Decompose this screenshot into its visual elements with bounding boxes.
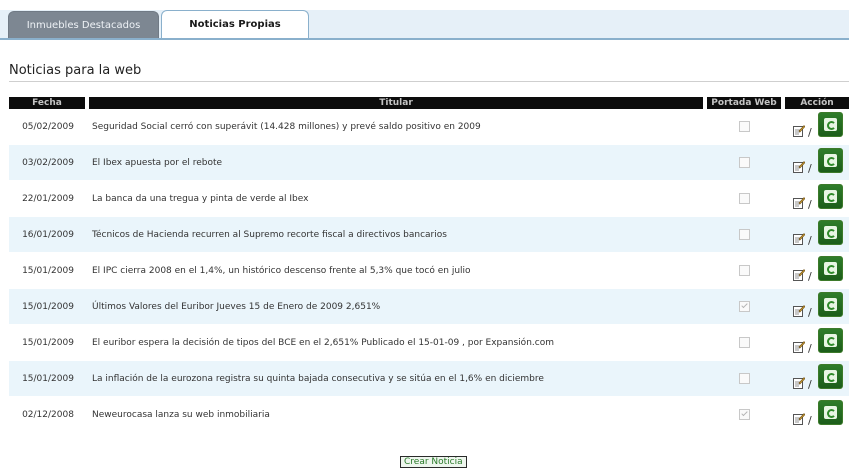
table-row: 15/01/2009 La inflación de la eurozona re…	[9, 360, 849, 397]
action-separator: /	[808, 378, 812, 391]
cell-accion: /	[783, 109, 849, 145]
create-news-button[interactable]: Crear Noticia	[400, 456, 467, 468]
header-accion: Acción	[783, 97, 849, 109]
cell-fecha: 22/01/2009	[9, 180, 87, 217]
action-separator: /	[808, 306, 812, 319]
cell-portada-web	[705, 252, 783, 289]
delete-icon[interactable]	[818, 328, 843, 353]
delete-icon[interactable]	[818, 220, 843, 245]
edit-icon[interactable]	[793, 160, 805, 173]
edit-icon[interactable]	[793, 340, 805, 353]
portada-checkbox[interactable]	[738, 337, 750, 348]
action-separator: /	[808, 162, 812, 175]
cell-accion: /	[783, 360, 849, 397]
page-title: Noticias para la web	[9, 63, 142, 78]
header-fecha[interactable]: Fecha	[9, 97, 89, 109]
cell-portada-web	[705, 324, 783, 361]
cell-titular: El Ibex apuesta por el rebote	[87, 144, 705, 181]
news-table: Fecha Titular Portada Web Acción 05/02/2…	[9, 97, 849, 433]
portada-checkbox[interactable]	[738, 265, 750, 276]
cell-portada-web	[705, 288, 783, 325]
cell-accion: /	[783, 324, 849, 361]
cell-fecha: 05/02/2009	[9, 109, 87, 145]
delete-icon[interactable]	[818, 400, 843, 425]
table-row: 05/02/2009 Seguridad Social cerró con sup…	[9, 109, 849, 145]
table-row: 02/12/2008 Neweurocasa lanza su web inmob…	[9, 396, 849, 433]
title-divider	[9, 81, 849, 82]
edit-icon[interactable]	[793, 232, 805, 245]
tab-strip: Inmuebles Destacados Noticias Propias	[0, 10, 849, 40]
cell-fecha: 02/12/2008	[9, 396, 87, 433]
action-separator: /	[808, 126, 812, 139]
cell-accion: /	[783, 180, 849, 217]
cell-portada-web	[705, 360, 783, 397]
edit-icon[interactable]	[793, 412, 805, 425]
table-row: 15/01/2009 Últimos Valores del Euribor Ju…	[9, 288, 849, 325]
delete-icon[interactable]	[818, 148, 843, 173]
cell-titular: La banca da una tregua y pinta de verde …	[87, 180, 705, 217]
cell-titular: Últimos Valores del Euribor Jueves 15 de…	[87, 288, 705, 325]
portada-checkbox[interactable]	[738, 373, 750, 384]
cell-accion: /	[783, 144, 849, 181]
cell-accion: /	[783, 252, 849, 289]
portada-checkbox[interactable]	[738, 409, 750, 420]
cell-titular: El euribor espera la decisión de tipos d…	[87, 324, 705, 361]
edit-icon[interactable]	[793, 268, 805, 281]
tab-inmuebles-destacados[interactable]: Inmuebles Destacados	[8, 11, 159, 39]
cell-fecha: 15/01/2009	[9, 288, 87, 325]
portada-checkbox[interactable]	[738, 193, 750, 204]
edit-icon[interactable]	[793, 124, 805, 137]
tab-underline	[0, 38, 849, 40]
cell-accion: /	[783, 396, 849, 433]
cell-titular: El IPC cierra 2008 en el 1,4%, un histór…	[87, 252, 705, 289]
cell-titular: Seguridad Social cerró con superávit (14…	[87, 109, 705, 145]
cell-fecha: 15/01/2009	[9, 252, 87, 289]
table-row: 15/01/2009 El IPC cierra 2008 en el 1,4%,…	[9, 252, 849, 289]
cell-portada-web	[705, 216, 783, 253]
cell-portada-web	[705, 144, 783, 181]
table-row: 15/01/2009 El euribor espera la decisión …	[9, 324, 849, 361]
cell-fecha: 15/01/2009	[9, 360, 87, 397]
action-separator: /	[808, 414, 812, 427]
action-separator: /	[808, 234, 812, 247]
cell-fecha: 16/01/2009	[9, 216, 87, 253]
cell-accion: /	[783, 288, 849, 325]
table-row: 22/01/2009 La banca da una tregua y pinta…	[9, 180, 849, 217]
portada-checkbox[interactable]	[738, 301, 750, 312]
delete-icon[interactable]	[818, 292, 843, 317]
cell-titular: Neweurocasa lanza su web inmobiliaria	[87, 396, 705, 433]
header-titular[interactable]: Titular	[87, 97, 707, 109]
delete-icon[interactable]	[818, 256, 843, 281]
cell-portada-web	[705, 396, 783, 433]
table-row: 16/01/2009 Técnicos de Hacienda recurren …	[9, 216, 849, 253]
edit-icon[interactable]	[793, 304, 805, 317]
edit-icon[interactable]	[793, 196, 805, 209]
cell-accion: /	[783, 216, 849, 253]
cell-fecha: 03/02/2009	[9, 144, 87, 181]
delete-icon[interactable]	[818, 184, 843, 209]
cell-fecha: 15/01/2009	[9, 324, 87, 361]
action-separator: /	[808, 198, 812, 211]
portada-checkbox[interactable]	[738, 229, 750, 240]
cell-portada-web	[705, 180, 783, 217]
table-row: 03/02/2009 El Ibex apuesta por el rebote /	[9, 144, 849, 181]
portada-checkbox[interactable]	[738, 157, 750, 168]
header-portada-web[interactable]: Portada Web	[705, 97, 785, 109]
portada-checkbox[interactable]	[738, 121, 750, 132]
edit-icon[interactable]	[793, 376, 805, 389]
table-header-row: Fecha Titular Portada Web Acción	[9, 97, 849, 109]
cell-portada-web	[705, 109, 783, 145]
tab-noticias-propias[interactable]: Noticias Propias	[161, 10, 309, 40]
cell-titular: Técnicos de Hacienda recurren al Supremo…	[87, 216, 705, 253]
action-separator: /	[808, 342, 812, 355]
cell-titular: La inflación de la eurozona registra su …	[87, 360, 705, 397]
delete-icon[interactable]	[818, 364, 843, 389]
delete-icon[interactable]	[818, 112, 843, 137]
action-separator: /	[808, 270, 812, 283]
